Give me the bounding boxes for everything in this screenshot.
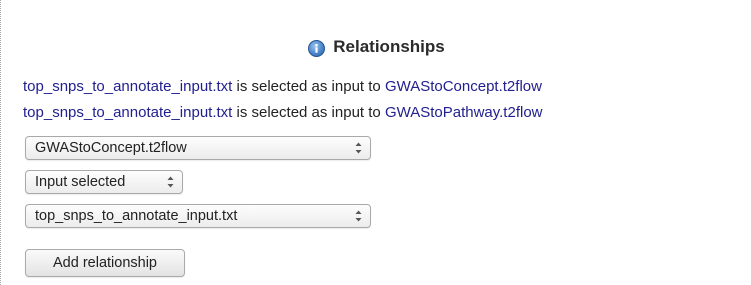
input-file-link[interactable]: top_snps_to_annotate_input.txt [23,78,232,95]
panel-header: Relationships [1,33,751,61]
relationships-panel: Relationships top_snps_to_annotate_input… [0,0,751,285]
input-file-link[interactable]: top_snps_to_annotate_input.txt [23,104,232,121]
workflow-select[interactable]: GWAStoConcept.t2flow [25,136,371,160]
up-down-arrows-icon [355,210,362,222]
relationship-entry: top_snps_to_annotate_input.txt is select… [23,104,543,121]
up-down-arrows-icon [167,176,174,188]
workflow-select-value: GWAStoConcept.t2flow [35,140,187,156]
relation-type-select[interactable]: Input selected [25,170,183,194]
panel-title: Relationships [333,37,445,56]
workflow-link[interactable]: GWAStoPathway.t2flow [385,104,543,121]
relationship-connector: is selected as input to [232,104,385,121]
relationship-entry: top_snps_to_annotate_input.txt is select… [23,78,542,95]
input-file-select-value: top_snps_to_annotate_input.txt [35,208,238,224]
workflow-link[interactable]: GWAStoConcept.t2flow [385,78,542,95]
add-relationship-button[interactable]: Add relationship [25,249,185,277]
info-icon [308,39,326,57]
relation-type-select-value: Input selected [35,174,126,190]
input-file-select[interactable]: top_snps_to_annotate_input.txt [25,204,371,228]
relationship-connector: is selected as input to [232,78,385,95]
up-down-arrows-icon [355,142,362,154]
